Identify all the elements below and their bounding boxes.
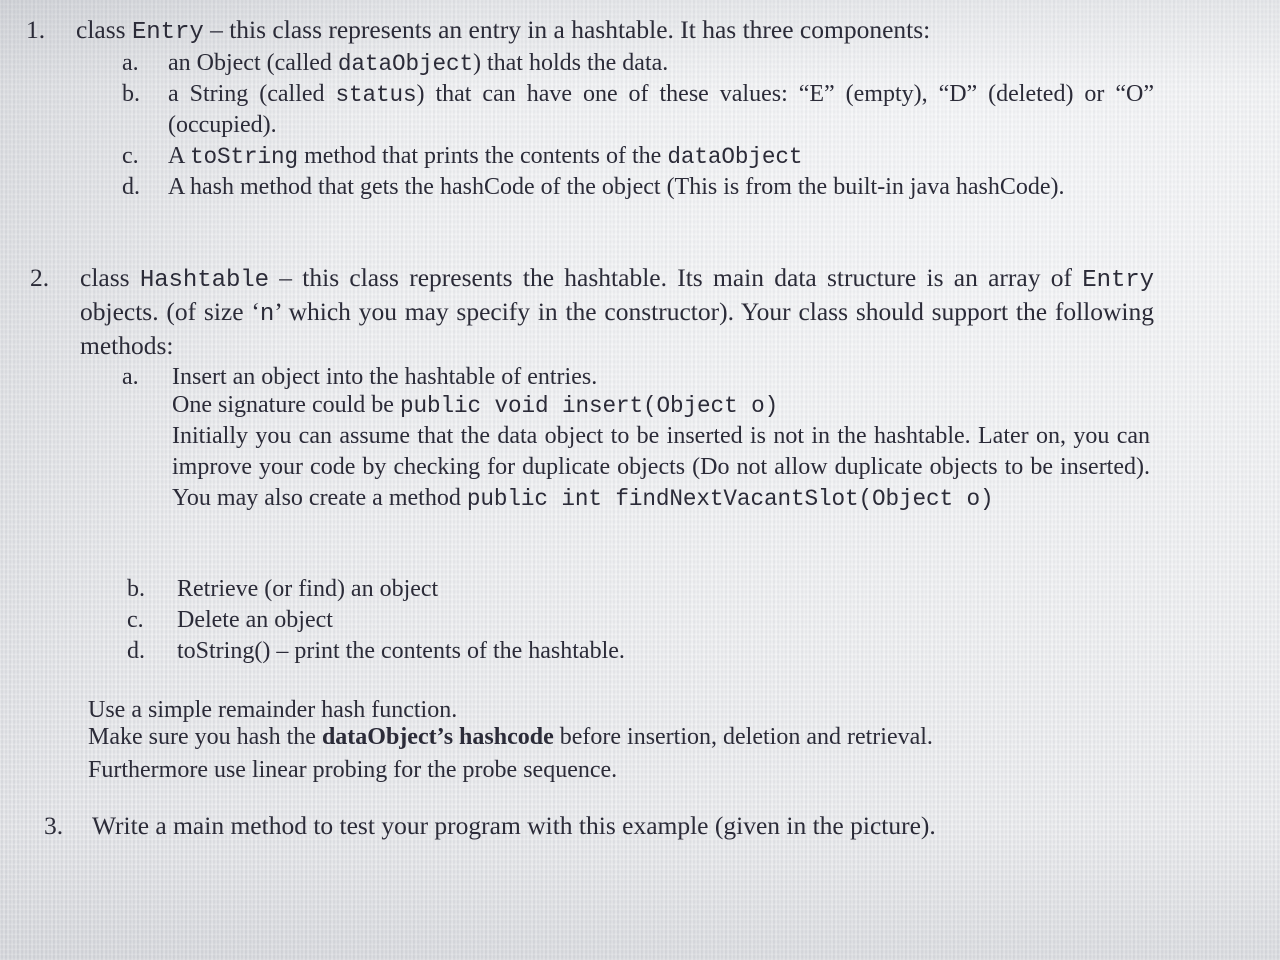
list-item-1d-text: A hash method that gets the hashCode of … [168,174,1065,200]
code-token-entry: Entry [1082,267,1154,294]
text-run: class [76,15,132,44]
text-run: – this class represents an entry in a ha… [203,15,931,44]
list-marker-3: 3. [44,811,64,840]
list-marker-1b: b. [122,81,140,107]
text-run: – this class represents the hashtable. I… [269,263,1083,292]
list-item-1b-text: a String (called status) that can have o… [168,79,1154,140]
emphasis-dataobject-hashcode: dataObject’s hashcode [321,724,554,750]
note-linear-probing: Furthermore use linear probing for the p… [88,757,618,783]
code-token-entry: Entry [131,19,204,46]
text-run: ) that holds the data. [472,50,669,76]
list-marker-2a: a. [122,364,139,390]
list-item-1: 1. class Entry – this class represents a… [26,14,1146,48]
text-run: A [168,143,191,169]
list-marker-2c: c. [127,607,144,633]
text-run: method that prints the contents of the [298,143,668,169]
code-token-dataobject: dataObject [337,51,473,77]
code-token-n: n [259,301,275,328]
list-item-1c: c. A toString method that prints the con… [122,141,1142,172]
text-run: One signature could be [172,392,400,418]
insert-signature-line: One signature could be public void inser… [172,390,1162,422]
code-token-dataobject: dataObject [667,144,803,170]
list-item-1d: d. A hash method that gets the hashCode … [122,172,1154,202]
list-item-3: 3. Write a main method to test your prog… [44,810,1124,841]
list-item-2-text: class Hashtable – this class represents … [80,262,1154,361]
text-run: Make sure you hash the [88,724,322,750]
code-token-tostring: toString [190,144,299,170]
text-run: class [80,263,140,292]
list-item-1c-text: A toString method that prints the conten… [168,141,1142,172]
list-item-2: 2. class Hashtable – this class represen… [30,262,1154,361]
text-run: a String (called [168,81,336,107]
list-item-2c-text: Delete an object [177,607,333,633]
scanned-page: 1. class Entry – this class represents a… [0,0,1280,960]
insert-note-paragraph: Initially you can assume that the data o… [172,421,1150,515]
code-token-hashtable: Hashtable [139,267,269,294]
list-item-1-text: class Entry – this class represents an e… [76,14,1146,48]
list-item-2d-text: toString() – print the contents of the h… [177,638,625,664]
list-item-3-text: Write a main method to test your program… [92,811,936,840]
list-item-2a: a. Insert an object into the hashtable o… [122,362,1142,392]
code-token-status: status [335,82,417,108]
note-hash-before-ops: Make sure you hash the dataObject’s hash… [88,722,1148,753]
text-run: objects. (of size ‘ [80,297,260,326]
code-signature-findnextvacantslot: public int findNextVacantSlot(Object o) [466,486,994,512]
list-item-1b: b. a String (called status) that can hav… [122,79,1154,140]
list-marker-2: 2. [30,263,50,292]
list-marker-2d: d. [127,638,145,664]
list-item-1a: a. an Object (called dataObject) that ho… [122,48,1142,79]
text-run: an Object (called [168,50,338,76]
text-run: before insertion, deletion and retrieval… [553,724,933,750]
list-item-1a-text: an Object (called dataObject) that holds… [168,48,1142,79]
list-marker-1c: c. [122,143,139,169]
list-item-2b: b. Retrieve (or find) an object [127,574,1127,604]
list-marker-1: 1. [26,15,46,44]
list-marker-2b: b. [127,576,145,602]
list-marker-1d: d. [122,174,140,200]
list-item-2b-text: Retrieve (or find) an object [177,576,439,602]
list-item-2d: d. toString() – print the contents of th… [127,636,1127,666]
list-item-2c: c. Delete an object [127,605,1127,635]
code-signature-insert: public void insert(Object o) [399,393,779,419]
list-marker-1a: a. [122,50,139,76]
list-item-2a-text: Insert an object into the hashtable of e… [172,364,598,390]
